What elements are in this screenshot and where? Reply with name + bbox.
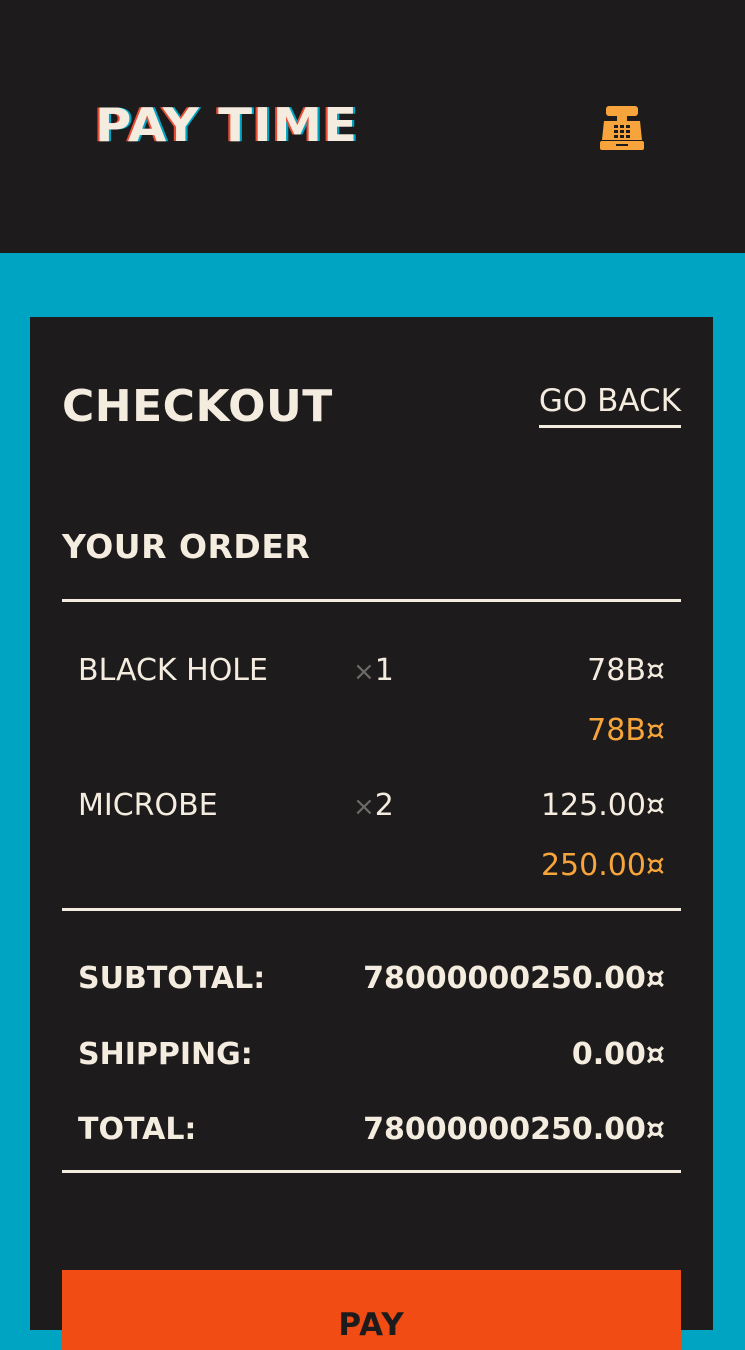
pay-button[interactable]: PAY	[62, 1270, 681, 1350]
subtotal-value: 78000000250.00¤	[363, 961, 665, 996]
go-back-link[interactable]: GO BACK	[538, 383, 681, 428]
subtotal-row: SUBTOTAL: 78000000250.00¤	[78, 961, 665, 1001]
top-bar: PAY TIME	[0, 0, 745, 253]
cash-register-icon[interactable]	[597, 103, 647, 153]
total-value: 78000000250.00¤	[363, 1112, 665, 1147]
shipping-label: SHIPPING:	[78, 1037, 253, 1072]
multiply-icon: ×	[353, 657, 375, 687]
item-qty-value: 2	[374, 788, 394, 823]
item-quantity: ×2	[353, 788, 394, 823]
item-line-total: 250.00¤	[540, 848, 665, 883]
item-qty-value: 1	[374, 653, 394, 688]
multiply-icon: ×	[353, 792, 375, 822]
app-logo[interactable]: PAY TIME	[95, 98, 358, 152]
item-name: MICROBE	[78, 788, 218, 823]
item-name: BLACK HOLE	[78, 653, 268, 688]
item-unit-price: 125.00¤	[540, 788, 665, 823]
shipping-value: 0.00¤	[571, 1037, 665, 1072]
shipping-row: SHIPPING: 0.00¤	[78, 1037, 665, 1077]
divider	[62, 908, 681, 911]
divider	[62, 1170, 681, 1173]
item-line-total: 78B¤	[587, 713, 665, 748]
order-heading: YOUR ORDER	[62, 527, 311, 566]
subtotal-label: SUBTOTAL:	[78, 961, 266, 996]
order-item: BLACK HOLE ×1 78B¤	[78, 653, 665, 693]
total-row: TOTAL: 78000000250.00¤	[78, 1112, 665, 1152]
divider	[62, 599, 681, 602]
item-quantity: ×1	[353, 653, 394, 688]
order-item: MICROBE ×2 125.00¤	[78, 788, 665, 828]
total-label: TOTAL:	[78, 1112, 197, 1147]
checkout-panel: CHECKOUT GO BACK YOUR ORDER BLACK HOLE ×…	[30, 317, 713, 1350]
item-unit-price: 78B¤	[587, 653, 665, 688]
page-title: CHECKOUT	[62, 381, 333, 432]
